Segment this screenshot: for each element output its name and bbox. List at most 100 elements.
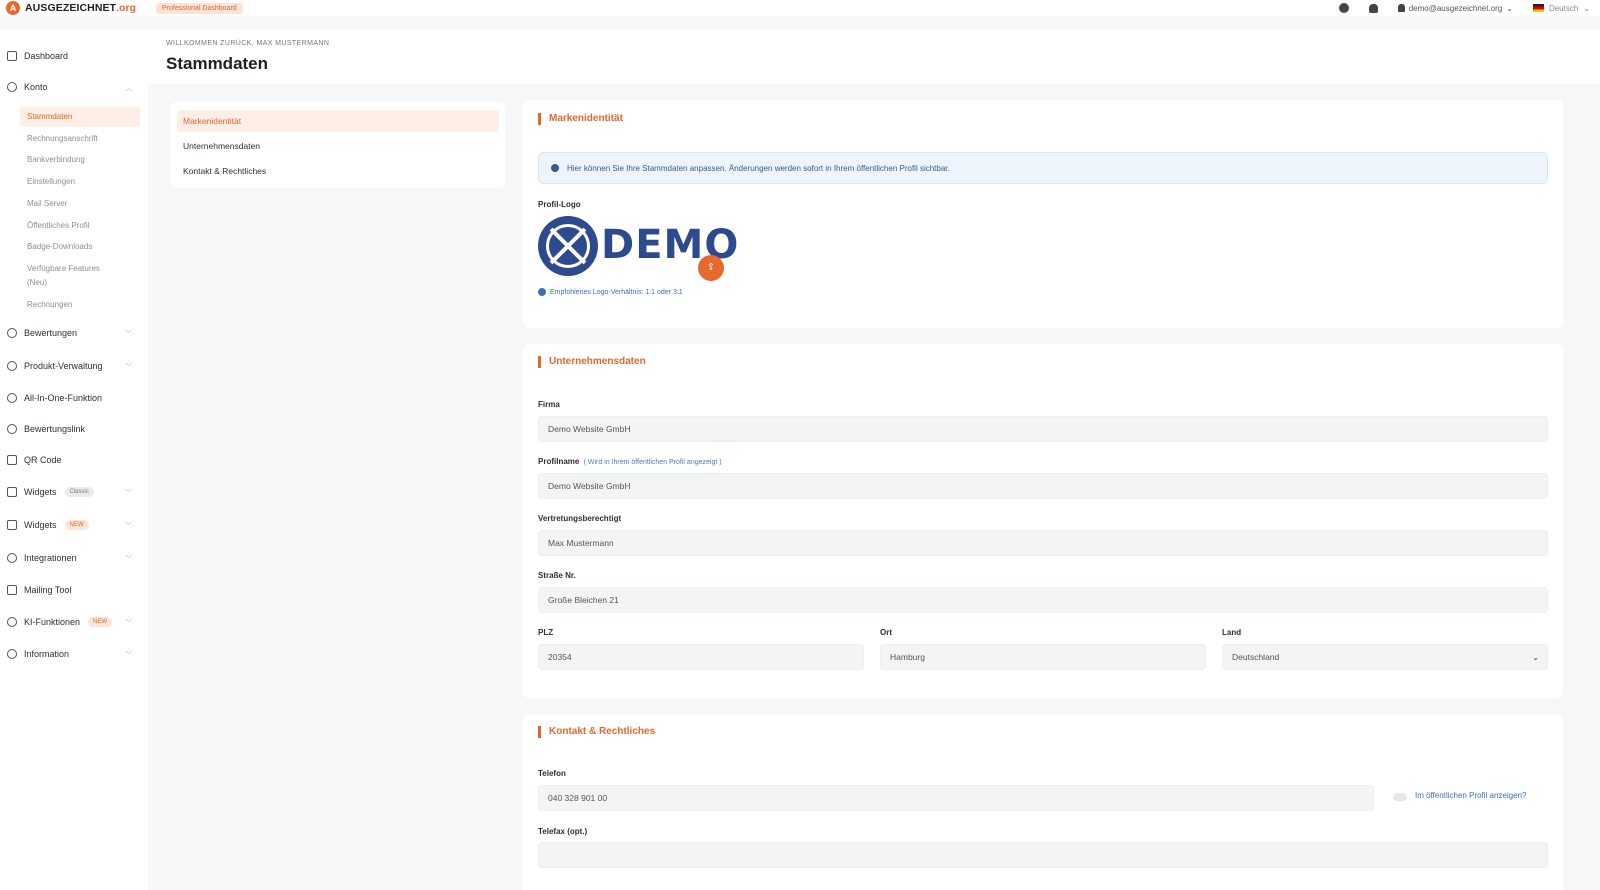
- bell-icon[interactable]: [1368, 3, 1378, 13]
- firma-input[interactable]: Demo Website GmbH: [538, 416, 1548, 442]
- top-bar: A AUSGEZEICHNET .org Professional Dashboa…: [0, 0, 1600, 16]
- sidebar-item-produkt-verwaltung[interactable]: Produkt-Verwaltung ﹀: [0, 354, 148, 378]
- chevron-down-icon: ﹀: [125, 556, 132, 563]
- sidebar-item-label: Bewertungslink: [24, 424, 86, 434]
- ort-input[interactable]: Hamburg: [880, 644, 1206, 670]
- chevron-down-icon: ﹀: [125, 490, 132, 497]
- land-value: Deutschland: [1232, 652, 1280, 662]
- sidebar-item-konto[interactable]: Konto ︿: [0, 75, 148, 99]
- telefax-input[interactable]: [538, 842, 1548, 868]
- sidebar-item-dashboard[interactable]: Dashboard: [0, 44, 148, 68]
- brand-tld: .org: [116, 2, 136, 14]
- tab-markenidentitaet[interactable]: Markenidentität: [177, 110, 499, 132]
- upload-icon: ⇪: [706, 262, 716, 273]
- sidebar-item-label: Bewertungen: [24, 328, 78, 338]
- land-label: Land: [1222, 628, 1242, 637]
- brand-logo[interactable]: A AUSGEZEICHNET .org: [6, 1, 136, 15]
- brand-name: AUSGEZEICHNET: [25, 2, 117, 14]
- profilname-note: ( Wird in Ihrem öffentlichen Profil ange…: [583, 459, 722, 466]
- flag-de-icon: [1532, 4, 1544, 12]
- tab-kontakt-rechtliches[interactable]: Kontakt & Rechtliches: [177, 160, 499, 182]
- info-icon: [551, 164, 559, 172]
- chevron-down-icon: ﹀: [125, 331, 132, 338]
- sidebar-subitem-stammdaten[interactable]: Stammdaten: [20, 107, 140, 127]
- language-label: Deutsch: [1548, 3, 1579, 13]
- card-title: Markenidentität: [538, 113, 623, 125]
- profilname-input[interactable]: Demo Website GmbH: [538, 473, 1548, 499]
- sidebar-item-label: Produkt-Verwaltung: [24, 361, 103, 371]
- sidebar-item-mailing-tool[interactable]: Mailing Tool: [0, 578, 148, 602]
- new-badge: NEW: [64, 520, 89, 530]
- contact-legal-card: Kontakt & Rechtliches Telefon 040 328 90…: [523, 714, 1563, 890]
- profile-logo[interactable]: DEMO: [538, 216, 738, 276]
- sidebar-subitem-features[interactable]: Verfügbare Features (Neu): [20, 259, 120, 293]
- logo-hint: Empfohlenes Logo-Verhältnis: 1:1 oder 3:…: [538, 288, 683, 296]
- chart-icon: [7, 520, 17, 530]
- globe-icon[interactable]: [1338, 3, 1349, 13]
- page-title: Stammdaten: [166, 54, 269, 73]
- vertretung-input[interactable]: Max Mustermann: [538, 530, 1548, 556]
- sidebar-item-widgets-new[interactable]: Widgets NEW ﹀: [0, 513, 148, 537]
- sidebar-item-bewertungslink[interactable]: Bewertungslink: [0, 417, 148, 441]
- sidebar-item-qr-code[interactable]: QR Code: [0, 448, 148, 472]
- sidebar-subitem-rechnungen[interactable]: Rechnungen: [20, 295, 140, 315]
- chevron-up-icon: ︿: [125, 85, 132, 92]
- sidebar-item-label: Information: [24, 649, 70, 659]
- telefon-input[interactable]: 040 328 901 00: [538, 785, 1374, 811]
- sidebar-item-all-in-one[interactable]: All-In-One-Funktion: [0, 386, 148, 410]
- chevron-down-icon: ﹀: [125, 652, 132, 659]
- sidebar-item-label: Widgets: [24, 487, 57, 497]
- tab-unternehmensdaten[interactable]: Unternehmensdaten: [177, 135, 499, 157]
- classic-badge: Classic: [64, 487, 94, 497]
- sidebar-item-label: Integrationen: [24, 553, 77, 563]
- strasse-label: Straße Nr.: [538, 571, 576, 580]
- top-right-actions: demo@ausgezeichnet.org ⌄ Deutsch ⌄: [1338, 0, 1590, 16]
- plz-label: PLZ: [538, 628, 554, 637]
- sidebar-item-label: KI-Funktionen: [24, 617, 81, 627]
- sidebar-subitem-rechnungsanschrift[interactable]: Rechnungsanschrift: [20, 129, 140, 149]
- sidebar-item-ki-funktionen[interactable]: KI-Funktionen NEW ﹀: [0, 610, 148, 634]
- upload-logo-button[interactable]: ⇪: [698, 255, 724, 281]
- circle-icon: [7, 393, 17, 403]
- public-profile-toggle-label[interactable]: Im öffentlichen Profil anzeigen?: [1415, 791, 1526, 800]
- sidebar-item-information[interactable]: Information ﹀: [0, 642, 148, 666]
- page-header: WILLKOMMEN ZURÜCK, MAX MUSTERMANN Stammd…: [148, 30, 1600, 84]
- sidebar-subitem-einstellungen[interactable]: Einstellungen: [20, 172, 140, 192]
- sidebar-item-label: Dashboard: [24, 51, 69, 61]
- sidebar-subitem-badge-downloads[interactable]: Badge-Downloads: [20, 237, 140, 257]
- sidebar-item-integrationen[interactable]: Integrationen ﹀: [0, 546, 148, 570]
- chevron-down-icon: ﹀: [125, 620, 132, 627]
- card-title: Unternehmensdaten: [538, 356, 646, 368]
- chevron-down-icon: ⌄: [1532, 653, 1539, 662]
- sidebar-item-label: All-In-One-Funktion: [24, 393, 103, 403]
- star-icon: [7, 328, 17, 338]
- qr-code-icon: [7, 455, 17, 465]
- user-icon: [7, 82, 17, 92]
- welcome-text: WILLKOMMEN ZURÜCK, MAX MUSTERMANN: [166, 40, 330, 47]
- logo-emblem-icon: [538, 216, 598, 276]
- sidebar-item-label: Widgets: [24, 520, 57, 530]
- logo-label: Profil-Logo: [538, 200, 581, 209]
- info-box: Hier können Sie Ihre Stammdaten anpassen…: [538, 152, 1548, 184]
- logo-hint-text: Empfohlenes Logo-Verhältnis: 1:1 oder 3:…: [550, 288, 683, 296]
- sidebar-subitem-oeffentliches-profil[interactable]: Öffentliches Profil: [20, 216, 140, 236]
- chevron-down-icon: ﹀: [125, 523, 132, 530]
- new-badge: NEW: [88, 617, 113, 627]
- land-select[interactable]: Deutschland ⌄: [1222, 644, 1548, 670]
- card-title: Kontakt & Rechtliches: [538, 726, 655, 738]
- brand-identity-card: Markenidentität Hier können Sie Ihre Sta…: [523, 100, 1563, 328]
- user-menu[interactable]: demo@ausgezeichnet.org ⌄: [1397, 4, 1513, 13]
- sidebar-item-bewertungen[interactable]: Bewertungen ﹀: [0, 321, 148, 345]
- firma-label: Firma: [538, 400, 560, 409]
- public-profile-toggle[interactable]: [1393, 793, 1407, 801]
- sidebar-item-label: Mailing Tool: [24, 585, 72, 595]
- sidebar-subitem-mail-server[interactable]: Mail Server: [20, 194, 140, 214]
- sidebar-item-widgets-classic[interactable]: Widgets Classic ﹀: [0, 480, 148, 504]
- dashboard-icon: [7, 51, 17, 61]
- eye-icon: [7, 617, 17, 627]
- plz-input[interactable]: 20354: [538, 644, 864, 670]
- language-selector[interactable]: Deutsch ⌄: [1532, 3, 1590, 13]
- sidebar-subitem-bankverbindung[interactable]: Bankverbindung: [20, 150, 140, 170]
- strasse-input[interactable]: Große Bleichen 21: [538, 587, 1548, 613]
- user-icon: [1397, 4, 1405, 12]
